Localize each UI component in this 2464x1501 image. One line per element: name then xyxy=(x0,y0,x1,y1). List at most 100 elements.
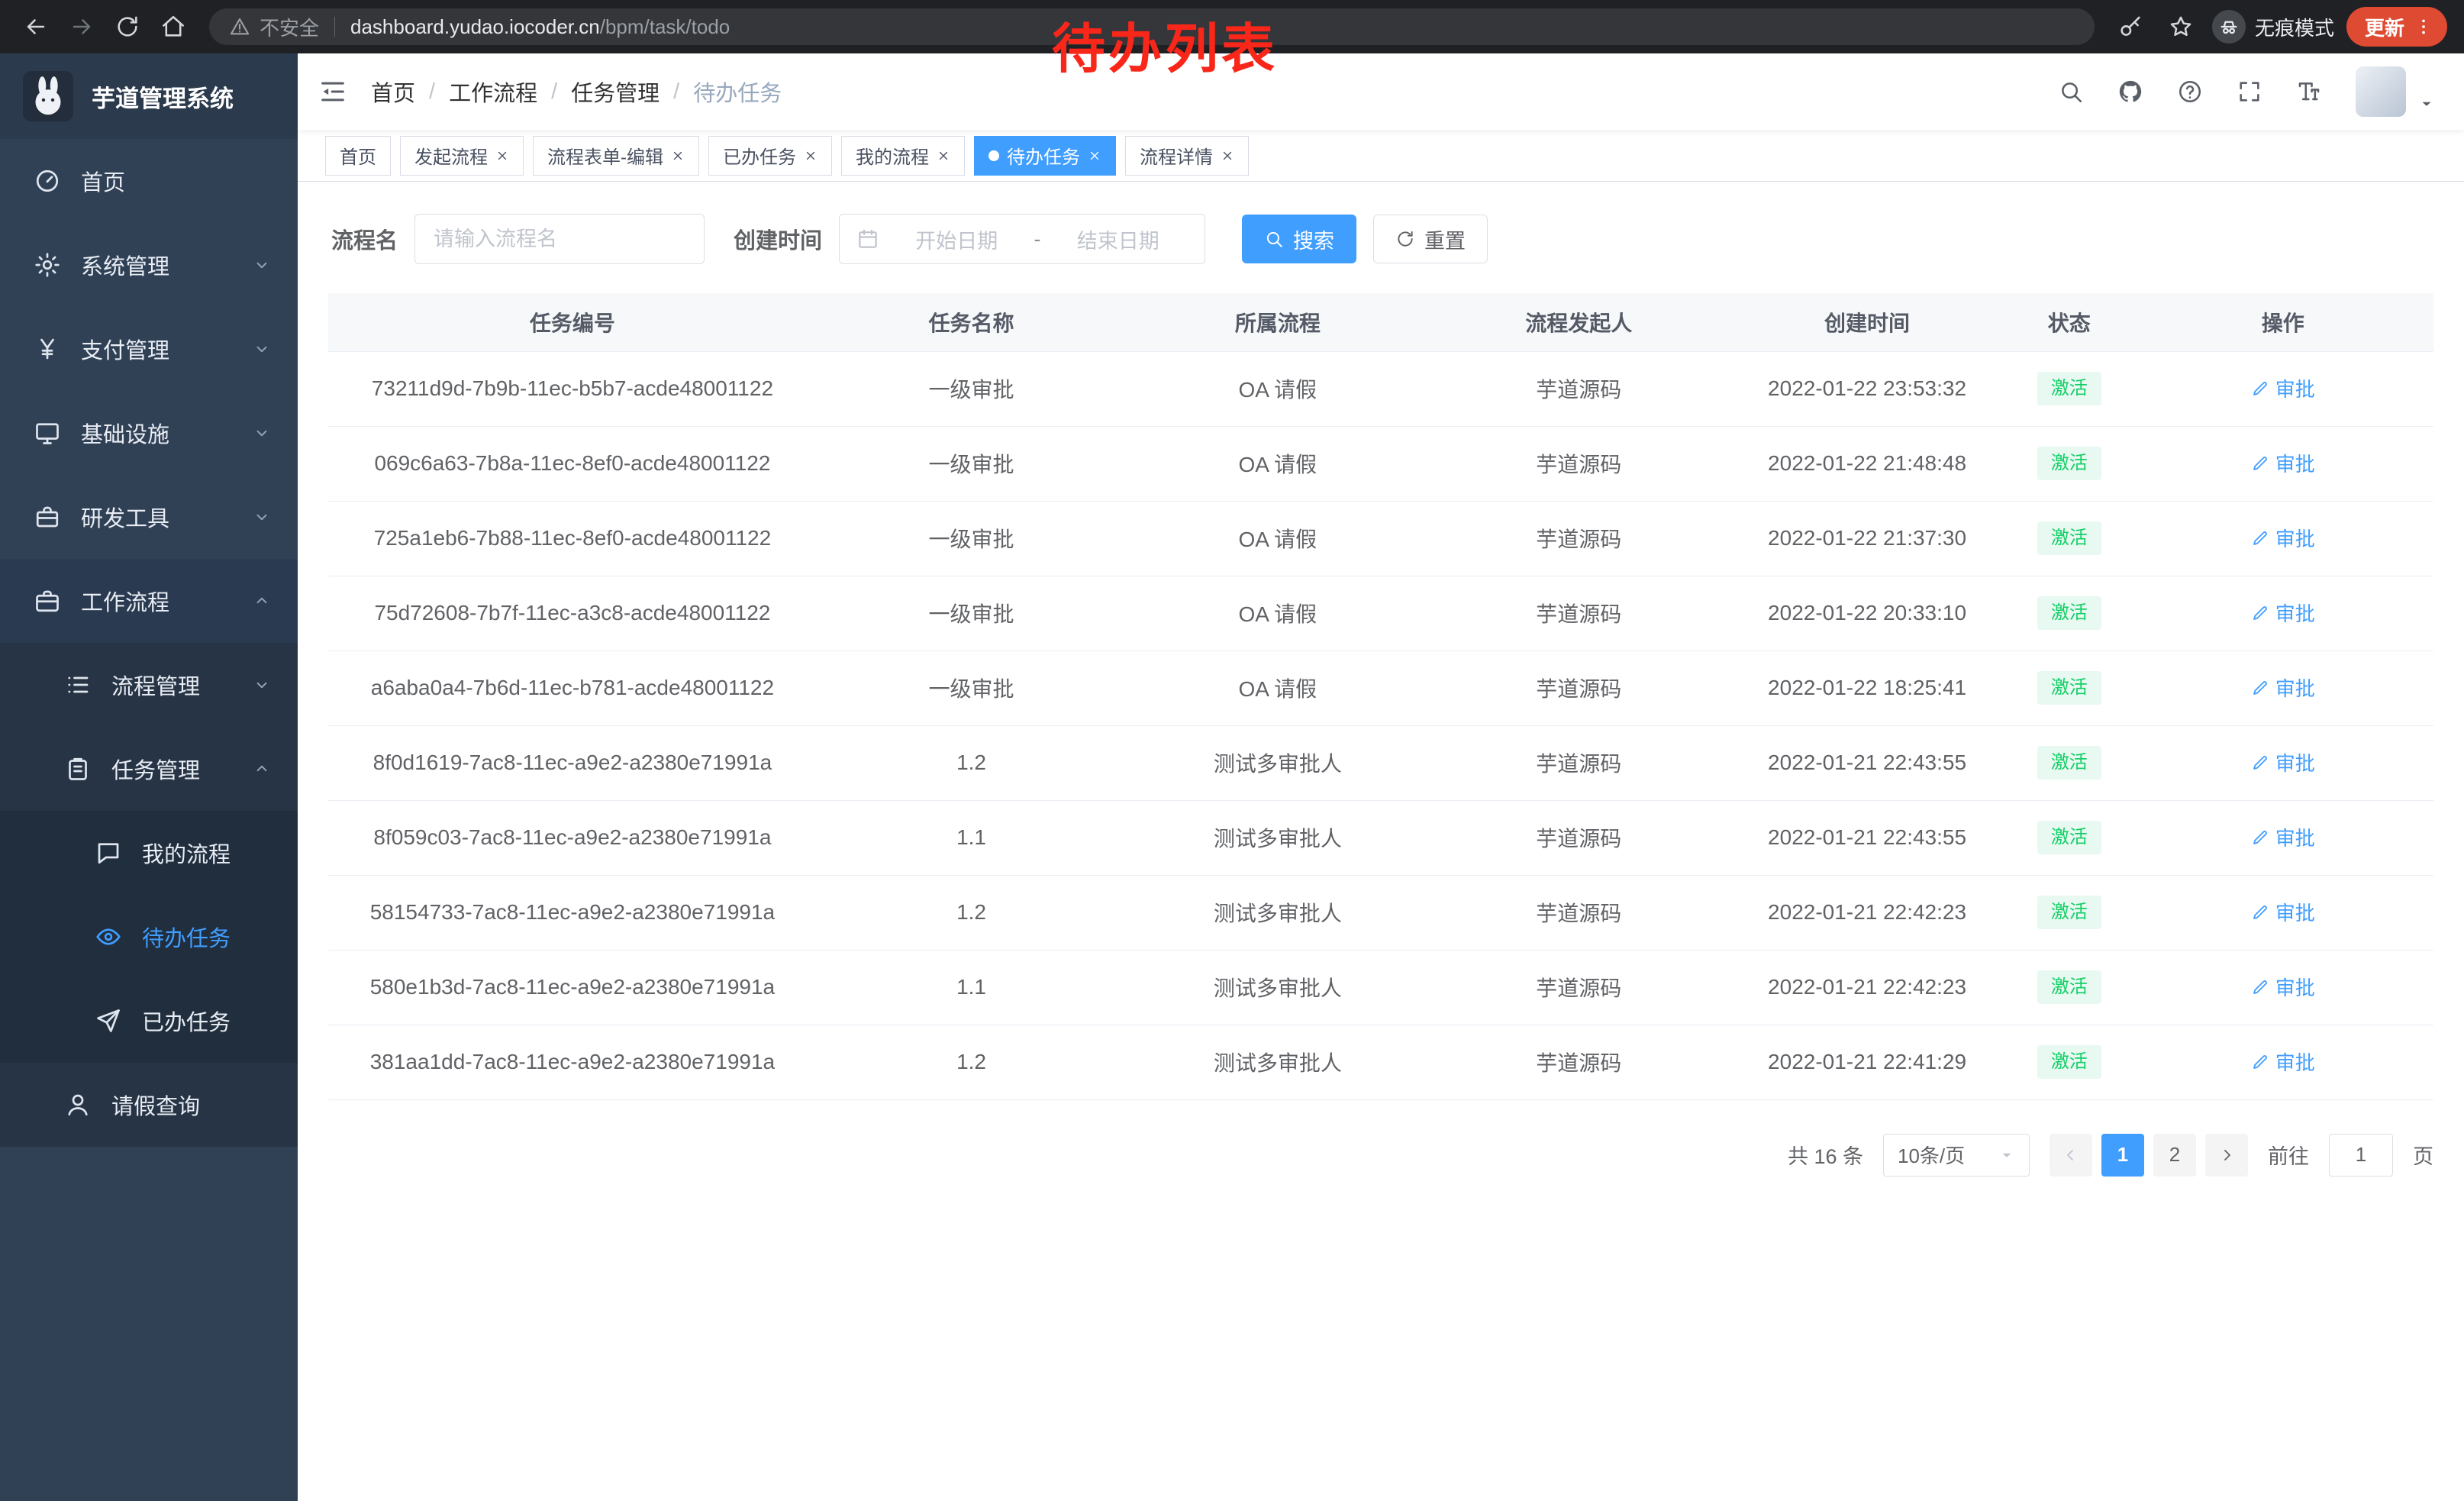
search-button-label: 搜索 xyxy=(1293,224,1334,254)
approve-link[interactable]: 审批 xyxy=(2251,599,2315,627)
table-row: 58154733-7ac8-11ec-a9e2-a2380e71991a 1.2… xyxy=(328,875,2433,950)
sidebar-item-dev-tools[interactable]: 研发工具 xyxy=(0,475,298,559)
search-icon[interactable] xyxy=(2058,79,2084,105)
task-name-cell: 1.1 xyxy=(817,950,1126,1025)
close-icon[interactable] xyxy=(671,149,685,163)
sidebar-item-done-tasks[interactable]: 已办任务 xyxy=(0,979,298,1063)
sidebar-item-task-mgmt[interactable]: 任务管理 xyxy=(0,727,298,811)
close-icon[interactable] xyxy=(1221,149,1234,163)
sidebar-item-workflow[interactable]: 工作流程 xyxy=(0,559,298,643)
goto-page-input[interactable] xyxy=(2329,1134,2393,1177)
sidebar-item-home[interactable]: 首页 xyxy=(0,139,298,223)
next-page-button[interactable] xyxy=(2205,1134,2248,1177)
page-button-1[interactable]: 1 xyxy=(2101,1134,2144,1177)
process-cell: 测试多审批人 xyxy=(1126,1025,1429,1099)
process-name-input[interactable] xyxy=(414,214,705,264)
breadcrumb-separator: / xyxy=(551,79,557,105)
app-title: 芋道管理系统 xyxy=(92,79,234,114)
back-icon[interactable] xyxy=(17,8,55,46)
reload-icon[interactable] xyxy=(108,8,147,46)
approve-link[interactable]: 审批 xyxy=(2251,1047,2315,1076)
tab-done-tasks[interactable]: 已办任务 xyxy=(708,136,832,176)
approve-link[interactable]: 审批 xyxy=(2251,449,2315,477)
tab-todo-tasks[interactable]: 待办任务 xyxy=(974,136,1116,176)
search-button[interactable]: 搜索 xyxy=(1242,215,1356,263)
caret-down-icon[interactable] xyxy=(2418,95,2435,117)
sidebar-item-payment[interactable]: 支付管理 xyxy=(0,307,298,391)
prev-page-button[interactable] xyxy=(2050,1134,2092,1177)
tab-process-detail[interactable]: 流程详情 xyxy=(1125,136,1249,176)
home-icon[interactable] xyxy=(154,8,192,46)
close-icon[interactable] xyxy=(495,149,509,163)
close-icon[interactable] xyxy=(937,149,950,163)
forward-icon[interactable] xyxy=(63,8,101,46)
approve-link[interactable]: 审批 xyxy=(2251,748,2315,776)
tab-my-process[interactable]: 我的流程 xyxy=(841,136,965,176)
close-icon[interactable] xyxy=(804,149,818,163)
status-badge: 激活 xyxy=(2037,970,2101,1004)
process-cell: 测试多审批人 xyxy=(1126,950,1429,1025)
tab-process-form-edit[interactable]: 流程表单-编辑 xyxy=(533,136,699,176)
eye-icon xyxy=(95,923,122,951)
security-label: 不安全 xyxy=(260,13,319,41)
reset-button-label: 重置 xyxy=(1424,224,1466,254)
font-size-icon[interactable] xyxy=(2296,79,2322,105)
chevron-right-icon xyxy=(2217,1146,2236,1164)
approve-link-label: 审批 xyxy=(2275,823,2315,851)
avatar[interactable] xyxy=(2356,66,2406,117)
breadcrumb-item[interactable]: 工作流程 xyxy=(449,76,537,108)
breadcrumb-item[interactable]: 首页 xyxy=(371,76,415,108)
approve-link[interactable]: 审批 xyxy=(2251,673,2315,702)
task-name-cell: 一级审批 xyxy=(817,576,1126,650)
approve-link[interactable]: 审批 xyxy=(2251,823,2315,851)
approve-link[interactable]: 审批 xyxy=(2251,898,2315,926)
close-icon[interactable] xyxy=(1088,149,1101,163)
table-row: 8f059c03-7ac8-11ec-a9e2-a2380e71991a 1.1… xyxy=(328,800,2433,875)
page-size-select[interactable]: 10条/页 xyxy=(1883,1134,2030,1177)
task-id-cell: 725a1eb6-7b88-11ec-8ef0-acde48001122 xyxy=(328,501,817,576)
update-button[interactable]: 更新 xyxy=(2346,7,2447,47)
approve-link[interactable]: 审批 xyxy=(2251,524,2315,552)
page-unit-label: 页 xyxy=(2413,1140,2433,1170)
create-time-cell: 2022-01-22 21:48:48 xyxy=(1728,426,2006,501)
status-badge: 激活 xyxy=(2037,521,2101,555)
sidebar-item-leave-query[interactable]: 请假查询 xyxy=(0,1063,298,1147)
menu-dots-icon[interactable] xyxy=(2412,15,2435,38)
initiator-cell: 芋道源码 xyxy=(1429,501,1728,576)
briefcase-icon xyxy=(34,587,61,615)
sidebar-item-infrastructure[interactable]: 基础设施 xyxy=(0,391,298,475)
hamburger-icon[interactable] xyxy=(298,53,368,130)
sidebar-item-process-mgmt[interactable]: 流程管理 xyxy=(0,643,298,727)
status-cell: 激活 xyxy=(2006,426,2132,501)
table-row: 8f0d1619-7ac8-11ec-a9e2-a2380e71991a 1.2… xyxy=(328,725,2433,800)
tab-start-process[interactable]: 发起流程 xyxy=(400,136,524,176)
breadcrumb-item[interactable]: 任务管理 xyxy=(571,76,660,108)
star-icon[interactable] xyxy=(2162,8,2200,46)
warning-icon xyxy=(229,16,250,37)
question-icon[interactable] xyxy=(2177,79,2203,105)
date-range-picker[interactable]: 开始日期 - 结束日期 xyxy=(839,214,1205,264)
sidebar-item-label: 流程管理 xyxy=(111,669,200,701)
process-cell: OA 请假 xyxy=(1126,501,1429,576)
key-icon[interactable] xyxy=(2111,8,2150,46)
process-cell: 测试多审批人 xyxy=(1126,875,1429,950)
sidebar-item-label: 工作流程 xyxy=(81,585,169,617)
action-cell: 审批 xyxy=(2133,800,2433,875)
sidebar-item-my-process[interactable]: 我的流程 xyxy=(0,811,298,895)
tab-home[interactable]: 首页 xyxy=(325,136,391,176)
github-icon[interactable] xyxy=(2117,79,2143,105)
status-badge: 激活 xyxy=(2037,671,2101,705)
create-time-cell: 2022-01-21 22:41:29 xyxy=(1728,1025,2006,1099)
table-row: 580e1b3d-7ac8-11ec-a9e2-a2380e71991a 1.1… xyxy=(328,950,2433,1025)
sidebar-item-todo-tasks[interactable]: 待办任务 xyxy=(0,895,298,979)
user-icon xyxy=(64,1091,92,1118)
approve-link[interactable]: 审批 xyxy=(2251,973,2315,1001)
fullscreen-icon[interactable] xyxy=(2237,79,2262,105)
page-button-2[interactable]: 2 xyxy=(2153,1134,2196,1177)
approve-link[interactable]: 审批 xyxy=(2251,374,2315,402)
reset-button[interactable]: 重置 xyxy=(1373,215,1488,263)
sidebar-item-system[interactable]: 系统管理 xyxy=(0,223,298,307)
url-text: dashboard.yudao.iocoder.cn/bpm/task/todo xyxy=(350,15,730,39)
toolbox-icon xyxy=(34,503,61,531)
create-time-cell: 2022-01-22 21:37:30 xyxy=(1728,501,2006,576)
